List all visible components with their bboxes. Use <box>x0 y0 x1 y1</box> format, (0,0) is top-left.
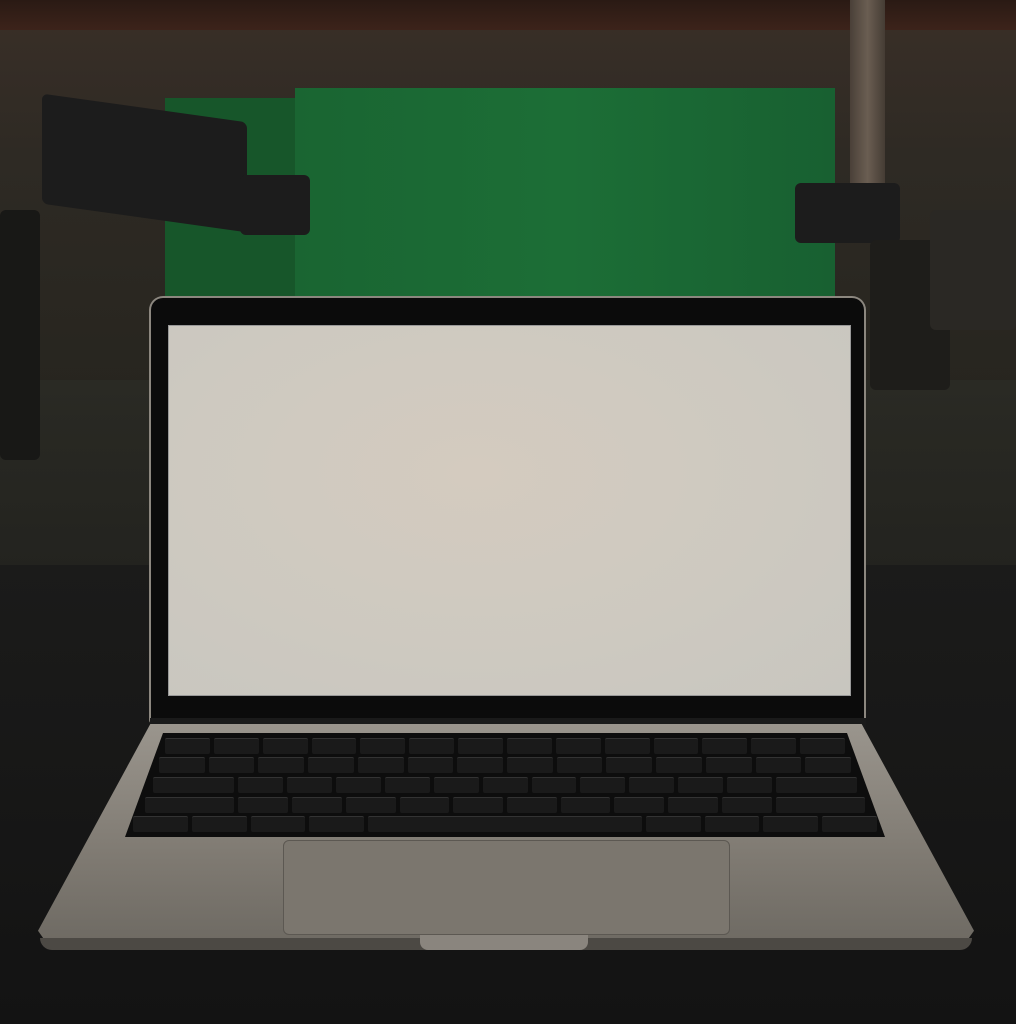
keyboard-row <box>125 776 885 793</box>
key[interactable] <box>800 737 846 754</box>
keyboard[interactable] <box>125 733 885 837</box>
key[interactable] <box>258 757 305 774</box>
key[interactable] <box>763 816 819 833</box>
key[interactable] <box>165 737 210 754</box>
key[interactable] <box>407 757 454 774</box>
key[interactable] <box>604 737 650 754</box>
key[interactable] <box>286 776 332 793</box>
equipment-case <box>930 210 1016 330</box>
key[interactable] <box>556 757 603 774</box>
key[interactable] <box>702 737 748 754</box>
keyboard-row <box>125 757 885 774</box>
key[interactable] <box>482 776 528 793</box>
key[interactable] <box>159 757 205 774</box>
key[interactable] <box>457 757 504 774</box>
trackpad[interactable] <box>283 840 730 935</box>
key[interactable] <box>213 737 259 754</box>
keyboard-row <box>125 796 885 813</box>
key[interactable] <box>237 776 283 793</box>
key[interactable] <box>751 737 797 754</box>
key[interactable] <box>721 796 772 813</box>
key[interactable] <box>384 776 430 793</box>
camera-body-left <box>240 175 310 235</box>
key[interactable] <box>755 757 802 774</box>
key[interactable] <box>409 737 455 754</box>
key[interactable] <box>606 757 653 774</box>
key[interactable] <box>309 816 365 833</box>
key[interactable] <box>335 776 381 793</box>
key[interactable] <box>360 737 406 754</box>
key[interactable] <box>153 776 234 793</box>
key[interactable] <box>629 776 675 793</box>
key[interactable] <box>399 796 450 813</box>
key[interactable] <box>560 796 611 813</box>
keyboard-row <box>125 816 885 833</box>
key[interactable] <box>250 816 306 833</box>
key[interactable] <box>705 757 752 774</box>
key[interactable] <box>653 737 699 754</box>
pillar <box>850 0 885 190</box>
key[interactable] <box>668 796 718 813</box>
key[interactable] <box>506 796 557 813</box>
key[interactable] <box>775 796 865 813</box>
key[interactable] <box>704 816 760 833</box>
key[interactable] <box>776 776 858 793</box>
key[interactable] <box>507 737 552 754</box>
lid-opening-notch <box>420 935 588 950</box>
key[interactable] <box>262 737 308 754</box>
laptop-screen <box>168 325 851 696</box>
key[interactable] <box>368 816 642 833</box>
key[interactable] <box>822 816 877 833</box>
camera-stand-left <box>0 210 40 460</box>
keyboard-row <box>125 737 885 754</box>
key[interactable] <box>433 776 479 793</box>
key[interactable] <box>345 796 396 813</box>
key[interactable] <box>656 757 702 774</box>
key[interactable] <box>678 776 724 793</box>
key[interactable] <box>555 737 601 754</box>
studio-camera-right <box>795 183 900 243</box>
key[interactable] <box>580 776 626 793</box>
key[interactable] <box>133 816 188 833</box>
key[interactable] <box>191 816 247 833</box>
key[interactable] <box>208 757 255 774</box>
key[interactable] <box>357 757 404 774</box>
key[interactable] <box>507 757 553 774</box>
key[interactable] <box>145 796 235 813</box>
key[interactable] <box>805 757 852 774</box>
key[interactable] <box>311 737 357 754</box>
key[interactable] <box>458 737 504 754</box>
green-screen <box>295 88 835 298</box>
key[interactable] <box>292 796 342 813</box>
key[interactable] <box>727 776 773 793</box>
key[interactable] <box>531 776 577 793</box>
key[interactable] <box>238 796 289 813</box>
key[interactable] <box>614 796 665 813</box>
key[interactable] <box>645 816 701 833</box>
key[interactable] <box>308 757 354 774</box>
key[interactable] <box>453 796 503 813</box>
